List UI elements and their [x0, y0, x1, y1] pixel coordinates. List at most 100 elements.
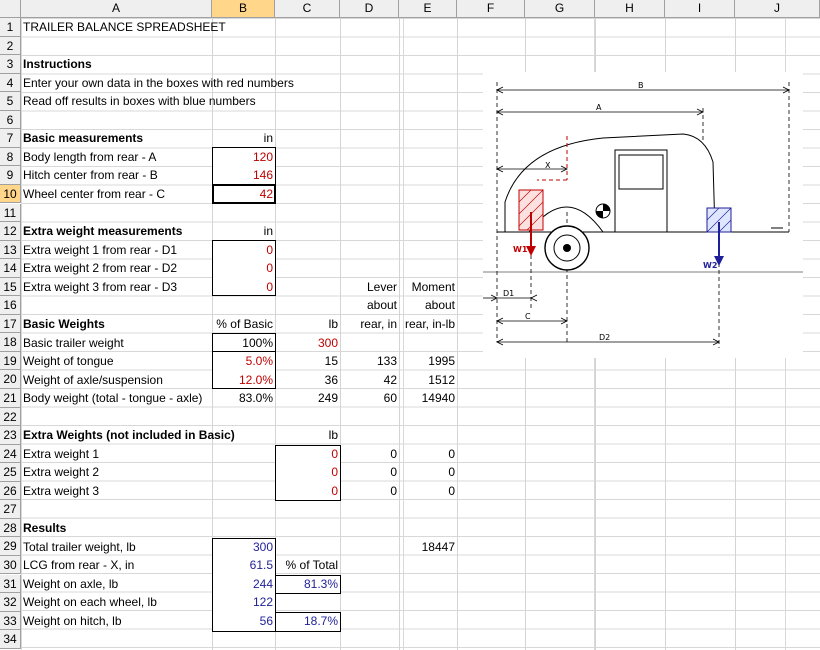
extra-weight-1-label[interactable]: Extra weight 1	[21, 445, 101, 463]
extra-unit-in[interactable]: in	[212, 222, 275, 240]
extra-weight-1-lb[interactable]: 0	[275, 445, 340, 463]
wheel-load-value[interactable]: 122	[212, 593, 275, 611]
tongue-lever[interactable]: 133	[340, 352, 399, 370]
wheel-center-value[interactable]: 42	[212, 185, 275, 203]
extra-weight-3-lb[interactable]: 0	[275, 482, 340, 500]
moment-header-2[interactable]: about	[399, 296, 457, 314]
column-header-f[interactable]: F	[457, 0, 525, 18]
body-weight-lb[interactable]: 249	[275, 389, 340, 407]
column-header-c[interactable]: C	[275, 0, 340, 18]
extra-d3-value[interactable]: 0	[212, 278, 275, 296]
axle-load-value[interactable]: 244	[212, 575, 275, 593]
tongue-moment[interactable]: 1995	[399, 352, 457, 370]
extra-weight-3-label[interactable]: Extra weight 3	[21, 482, 101, 500]
tongue-weight-lb[interactable]: 15	[275, 352, 340, 370]
wheel-center-label[interactable]: Wheel center from rear - C	[21, 185, 167, 203]
body-length-label[interactable]: Body length from rear - A	[21, 148, 158, 166]
row-header-7[interactable]: 7	[0, 129, 21, 148]
row-header-25[interactable]: 25	[0, 463, 21, 482]
row-header-34[interactable]: 34	[0, 630, 21, 649]
row-header-11[interactable]: 11	[0, 203, 21, 223]
lb-header[interactable]: lb	[275, 315, 340, 333]
hitch-load-pct[interactable]: 18.7%	[275, 612, 340, 630]
row-header-2[interactable]: 2	[0, 36, 21, 56]
extra-weight-2-lever[interactable]: 0	[340, 463, 399, 481]
row-header-28[interactable]: 28	[0, 518, 21, 538]
row-header-14[interactable]: 14	[0, 259, 21, 278]
moment-header-1[interactable]: Moment	[399, 278, 457, 296]
row-header-27[interactable]: 27	[0, 500, 21, 519]
axle-load-label[interactable]: Weight on axle, lb	[21, 575, 120, 593]
row-header-30[interactable]: 30	[0, 555, 21, 575]
column-header-e[interactable]: E	[399, 0, 457, 18]
lever-header-1[interactable]: Lever	[340, 278, 399, 296]
basic-trailer-weight-label[interactable]: Basic trailer weight	[21, 334, 126, 352]
total-weight-value[interactable]: 300	[212, 538, 275, 556]
axle-weight-label[interactable]: Weight of axle/suspension	[21, 371, 165, 389]
row-header-21[interactable]: 21	[0, 389, 21, 408]
extra-weights-header[interactable]: Extra Weights (not included in Basic)	[21, 426, 237, 444]
pct-of-basic-header[interactable]: % of Basic	[212, 315, 275, 333]
row-header-15[interactable]: 15	[0, 277, 21, 297]
trailer-diagram[interactable]: B A X C D1 D2 W1 W2	[483, 72, 803, 358]
pct-of-total-header[interactable]: % of Total	[275, 556, 340, 574]
row-header-6[interactable]: 6	[0, 110, 21, 130]
extra-d2-label[interactable]: Extra weight 2 from rear - D2	[21, 259, 179, 277]
row-header-24[interactable]: 24	[0, 444, 21, 464]
row-header-26[interactable]: 26	[0, 481, 21, 501]
total-weight-label[interactable]: Total trailer weight, lb	[21, 538, 138, 556]
extra-weight-2-label[interactable]: Extra weight 2	[21, 463, 101, 481]
body-lever[interactable]: 60	[340, 389, 399, 407]
row-header-20[interactable]: 20	[0, 370, 21, 389]
column-header-d[interactable]: D	[340, 0, 399, 18]
lcg-label[interactable]: LCG from rear - X, in	[21, 556, 136, 574]
row-header-19[interactable]: 19	[0, 351, 21, 371]
row-header-29[interactable]: 29	[0, 537, 21, 556]
lever-header-2[interactable]: about	[340, 296, 399, 314]
select-all-corner[interactable]	[0, 0, 21, 18]
row-header-8[interactable]: 8	[0, 147, 21, 167]
body-length-value[interactable]: 120	[212, 148, 275, 166]
tongue-weight-label[interactable]: Weight of tongue	[21, 352, 116, 370]
row-header-10[interactable]: 10	[0, 184, 21, 204]
axle-lever[interactable]: 42	[340, 371, 399, 389]
axle-weight-lb[interactable]: 36	[275, 371, 340, 389]
extra-measurements-header[interactable]: Extra weight measurements	[21, 222, 184, 240]
row-header-16[interactable]: 16	[0, 296, 21, 315]
row-header-32[interactable]: 32	[0, 593, 21, 612]
tongue-weight-pct[interactable]: 5.0%	[212, 352, 275, 370]
hitch-center-label[interactable]: Hitch center from rear - B	[21, 166, 160, 184]
row-header-18[interactable]: 18	[0, 333, 21, 352]
basic-weights-header[interactable]: Basic Weights	[21, 315, 107, 333]
extra-d1-value[interactable]: 0	[212, 241, 275, 259]
row-header-5[interactable]: 5	[0, 92, 21, 111]
instructions-line-1[interactable]: Enter your own data in the boxes with re…	[21, 74, 296, 92]
row-header-22[interactable]: 22	[0, 407, 21, 427]
title-cell[interactable]: TRAILER BALANCE SPREADSHEET	[21, 18, 228, 36]
hitch-center-value[interactable]: 146	[212, 166, 275, 184]
extra-weight-3-moment[interactable]: 0	[399, 482, 457, 500]
column-header-g[interactable]: G	[525, 0, 595, 18]
instructions-line-2[interactable]: Read off results in boxes with blue numb…	[21, 92, 258, 110]
body-weight-label[interactable]: Body weight (total - tongue - axle)	[21, 389, 204, 407]
axle-load-pct[interactable]: 81.3%	[275, 575, 340, 593]
lcg-value[interactable]: 61.5	[212, 556, 275, 574]
extra-weight-1-lever[interactable]: 0	[340, 445, 399, 463]
basic-trailer-weight-lb[interactable]: 300	[275, 334, 340, 352]
wheel-load-label[interactable]: Weight on each wheel, lb	[21, 593, 159, 611]
row-header-33[interactable]: 33	[0, 611, 21, 631]
row-header-31[interactable]: 31	[0, 574, 21, 594]
body-moment[interactable]: 14940	[399, 389, 457, 407]
extra-weight-3-lever[interactable]: 0	[340, 482, 399, 500]
extra-weight-2-lb[interactable]: 0	[275, 463, 340, 481]
extra-weight-1-moment[interactable]: 0	[399, 445, 457, 463]
row-header-1[interactable]: 1	[0, 18, 21, 37]
extra-d1-label[interactable]: Extra weight 1 from rear - D1	[21, 241, 179, 259]
basic-measurements-header[interactable]: Basic measurements	[21, 129, 145, 147]
row-header-3[interactable]: 3	[0, 55, 21, 74]
row-header-23[interactable]: 23	[0, 426, 21, 445]
column-header-j[interactable]: J	[735, 0, 820, 18]
hitch-load-label[interactable]: Weight on hitch, lb	[21, 612, 124, 630]
basic-unit-in[interactable]: in	[212, 129, 275, 147]
basic-trailer-weight-pct[interactable]: 100%	[212, 334, 275, 352]
